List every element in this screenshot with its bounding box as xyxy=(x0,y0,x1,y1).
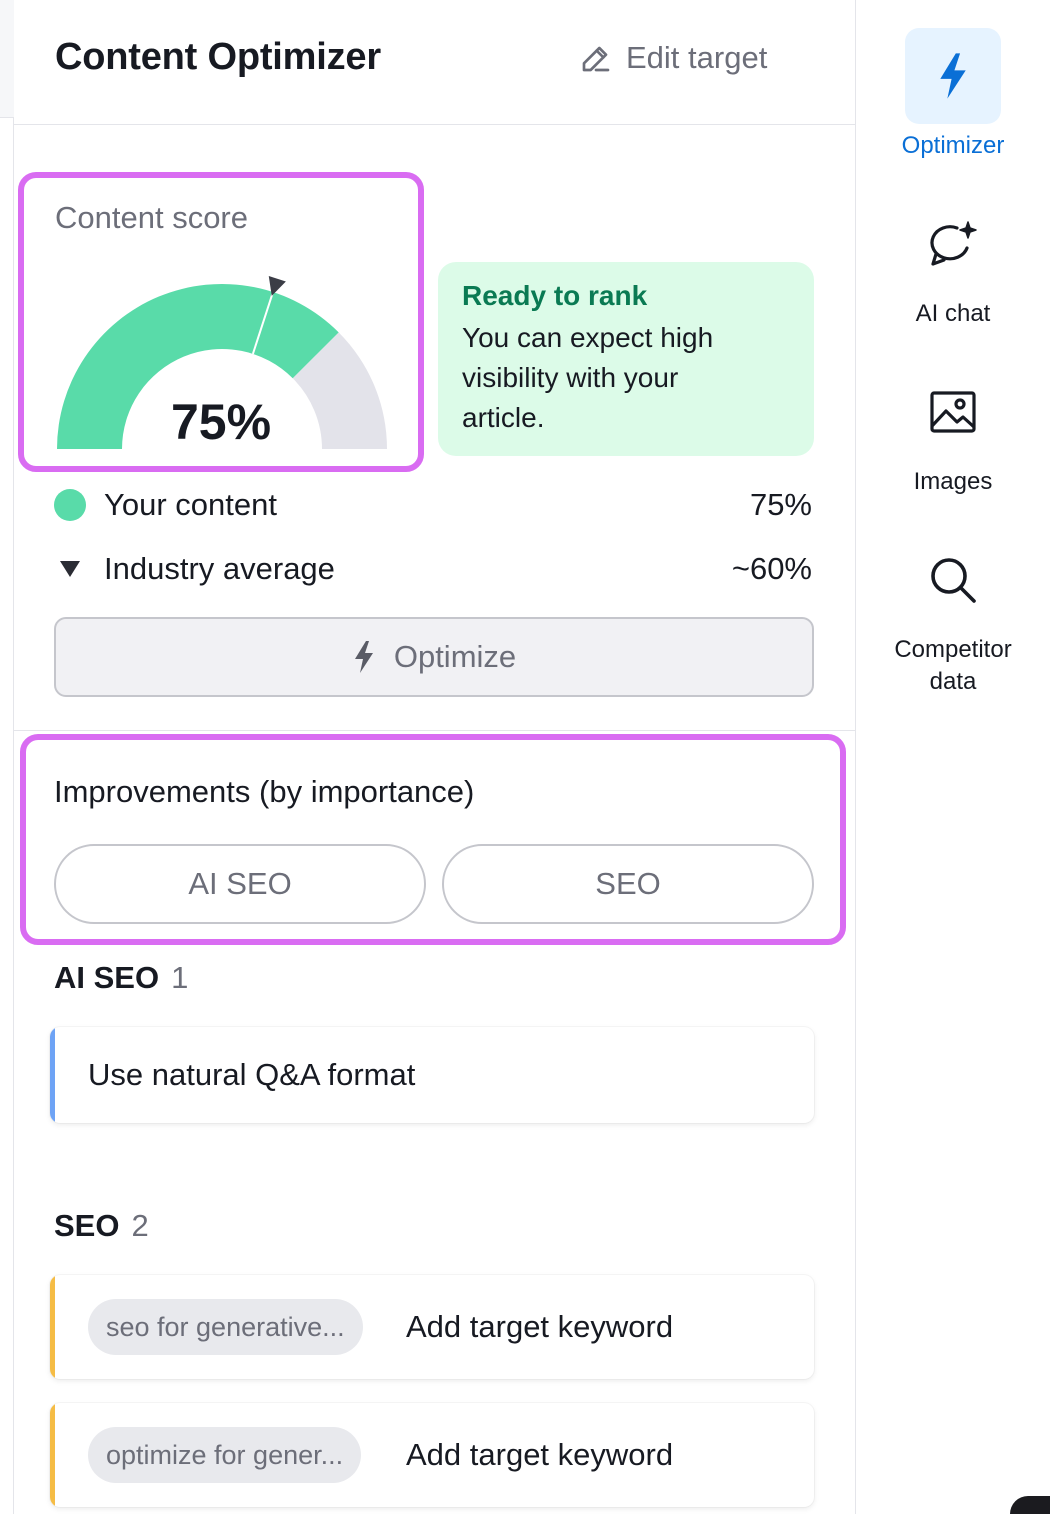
green-dot-icon xyxy=(54,489,86,521)
left-edge-header xyxy=(0,0,14,118)
ready-to-rank-title: Ready to rank xyxy=(462,280,648,311)
image-icon xyxy=(930,391,976,433)
content-score-label: Content score xyxy=(55,200,248,235)
legend-industry-average: Industry average ~60% xyxy=(54,549,812,589)
content-score-value: 75% xyxy=(170,394,272,450)
ai-seo-item-text: Use natural Q&A format xyxy=(88,1057,416,1092)
seo-item-card[interactable]: optimize for gener... Add target keyword xyxy=(50,1403,814,1507)
sidebar-label: Optimizer xyxy=(901,132,1005,159)
seo-section-count: 2 xyxy=(131,1208,149,1243)
seo-item-text: Add target keyword xyxy=(406,1437,674,1472)
content-optimizer-panel: Content Optimizer Edit target Content sc… xyxy=(14,0,856,1514)
keyword-chip: seo for generative... xyxy=(88,1299,363,1355)
legend-your-content-label: Your content xyxy=(104,487,277,522)
pencil-icon xyxy=(582,46,610,72)
lightning-icon xyxy=(354,641,373,673)
sidebar-item-images[interactable]: Images xyxy=(856,364,1050,498)
sidebar-label-line: Competitor xyxy=(894,636,1012,663)
sidebar-item-competitor-data[interactable]: Competitor data xyxy=(856,532,1050,698)
optimize-button[interactable]: Optimize xyxy=(54,617,814,697)
legend-your-content-value: 75% xyxy=(749,487,812,522)
ai-seo-item-card[interactable]: Use natural Q&A format xyxy=(50,1027,814,1123)
sidebar-label-line: data xyxy=(929,668,977,695)
sidebar-icon-tile xyxy=(905,532,1001,628)
sidebar-item-ai-chat[interactable]: AI chat xyxy=(856,196,1050,330)
sidebar-icon-tile xyxy=(905,196,1001,292)
left-edge xyxy=(0,0,14,1514)
legend-industry-average-value: ~60% xyxy=(731,551,812,586)
improvements-title: Improvements (by importance) xyxy=(54,774,475,809)
sidebar-label: AI chat xyxy=(915,300,991,327)
industry-average-marker xyxy=(268,275,286,296)
search-icon xyxy=(931,558,976,603)
edit-target-label: Edit target xyxy=(626,40,768,75)
sidebar-icon-tile xyxy=(905,364,1001,460)
chat-sparkle-icon xyxy=(930,221,977,266)
ready-to-rank-card: Ready to rank You can expect high visibi… xyxy=(438,262,814,456)
legend-your-content: Your content 75% xyxy=(54,485,812,525)
sidebar-label: Images xyxy=(913,468,993,495)
right-sidebar: Optimizer AI chat Images Competitor data xyxy=(856,0,1050,1514)
improvements-box: Improvements (by importance) AI SEO SEO xyxy=(20,734,846,945)
tab-ai-seo[interactable]: AI SEO xyxy=(54,844,426,924)
sidebar-icon-tile xyxy=(905,28,1001,124)
ai-seo-section-count: 1 xyxy=(171,960,189,995)
ready-to-rank-line: article. xyxy=(462,402,545,433)
yellow-accent-bar xyxy=(50,1403,55,1507)
legend-industry-average-label: Industry average xyxy=(104,551,335,586)
window-corner xyxy=(1010,1496,1050,1514)
seo-item-card[interactable]: seo for generative... Add target keyword xyxy=(50,1275,814,1379)
tab-seo[interactable]: SEO xyxy=(442,844,814,924)
edit-target-button[interactable]: Edit target xyxy=(580,40,767,76)
seo-item-text: Add target keyword xyxy=(406,1309,674,1344)
yellow-accent-bar xyxy=(50,1275,55,1379)
ai-seo-section-heading: AI SEO 1 xyxy=(54,960,188,996)
panel-title: Content Optimizer xyxy=(55,36,381,78)
sidebar-item-optimizer[interactable]: Optimizer xyxy=(856,28,1050,162)
optimize-button-label: Optimize xyxy=(393,639,517,674)
ready-to-rank-line: visibility with your xyxy=(462,362,679,393)
panel-header: Content Optimizer Edit target xyxy=(14,0,856,125)
seo-section-title: SEO xyxy=(54,1208,120,1243)
sidebar-label: Competitor data xyxy=(894,634,1011,698)
lightning-icon xyxy=(940,53,966,99)
seo-section-heading: SEO 2 xyxy=(54,1208,149,1244)
section-divider xyxy=(14,730,856,731)
triangle-down-icon xyxy=(54,559,86,579)
ai-seo-section-title: AI SEO xyxy=(54,960,160,995)
ready-to-rank-line: You can expect high xyxy=(462,322,714,353)
keyword-chip: optimize for gener... xyxy=(88,1427,362,1483)
blue-accent-bar xyxy=(50,1027,55,1123)
content-score-box: Content score 75% xyxy=(18,172,424,472)
